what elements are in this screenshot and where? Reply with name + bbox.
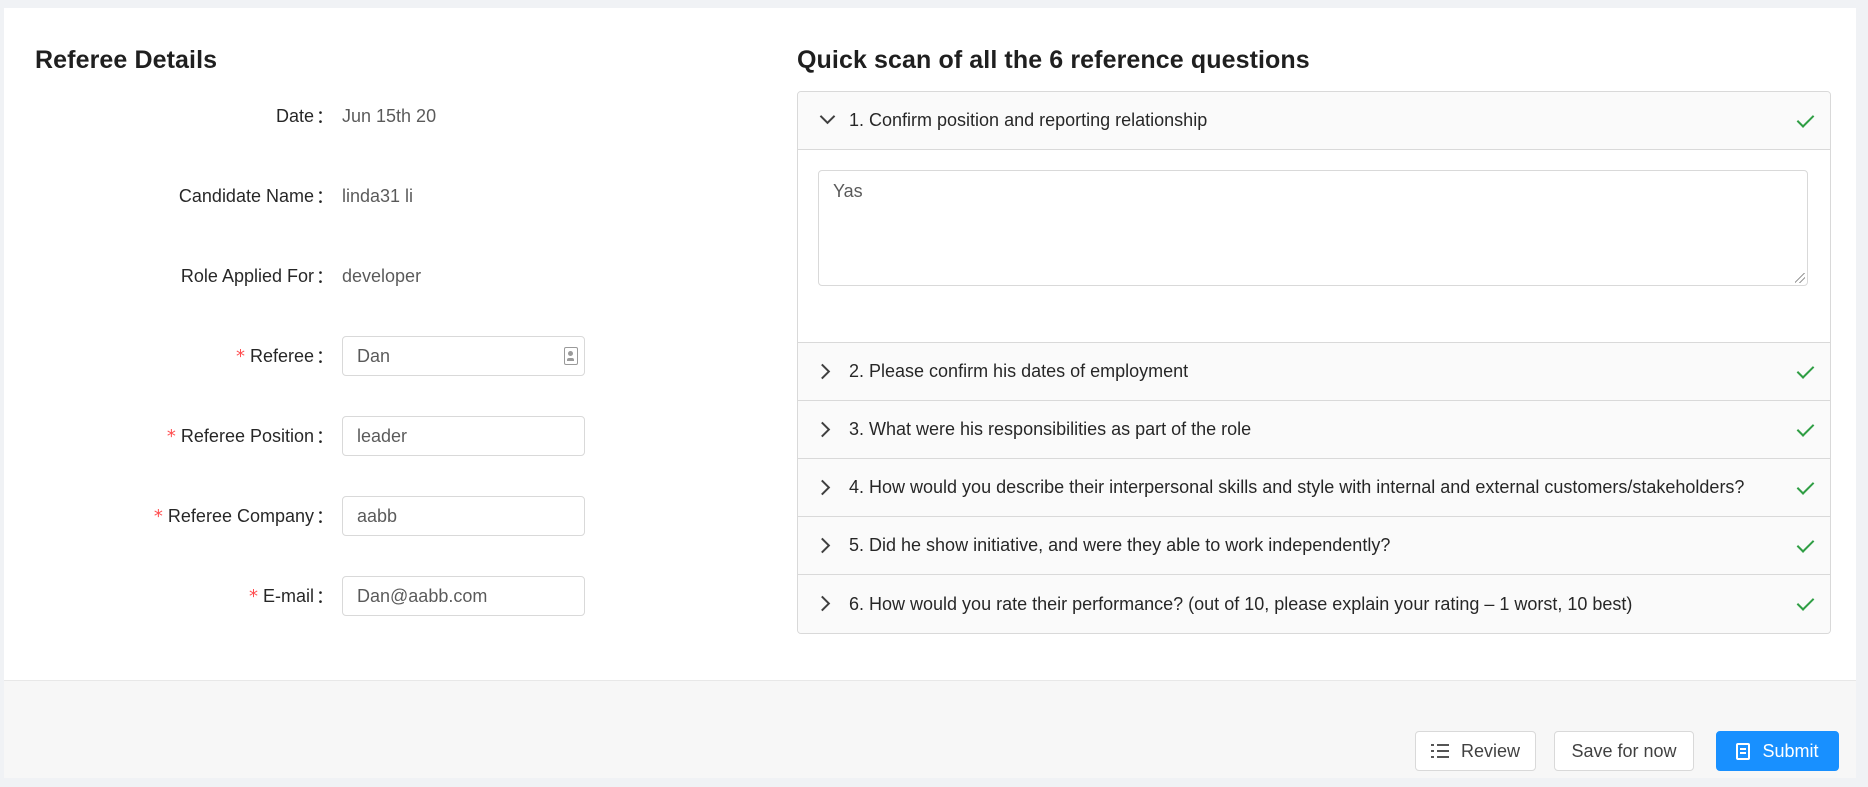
- question-5-header[interactable]: 5. Did he show initiative, and were they…: [798, 517, 1830, 575]
- referee-company-row: * Referee Company： aabb: [4, 496, 764, 536]
- review-button[interactable]: Review: [1415, 731, 1536, 771]
- date-label: Date：: [275, 105, 334, 128]
- contact-card-icon[interactable]: [564, 347, 578, 365]
- referee-row: * Referee： Dan: [4, 336, 764, 376]
- check-icon: [1796, 110, 1815, 128]
- email-input[interactable]: Dan@aabb.com: [342, 576, 585, 616]
- chevron-right-icon: [814, 421, 831, 438]
- referee-position-input[interactable]: leader: [342, 416, 585, 456]
- required-mark: *: [248, 585, 258, 607]
- chevron-right-icon: [814, 363, 831, 380]
- check-icon: [1796, 477, 1815, 495]
- questions-title: Quick scan of all the 6 reference questi…: [797, 46, 1310, 74]
- chevron-right-icon: [814, 479, 831, 496]
- check-icon: [1796, 419, 1815, 437]
- check-icon: [1796, 361, 1815, 379]
- referee-details-panel: Referee Details Date： Jun 15th 20 Candid…: [4, 8, 764, 688]
- candidate-name-value: linda31 li: [342, 185, 414, 206]
- document-icon: [1736, 742, 1751, 760]
- referee-company-label: * Referee Company：: [153, 505, 334, 528]
- required-mark: *: [166, 425, 176, 447]
- role-applied-value: developer: [342, 265, 422, 286]
- question-1-header[interactable]: 1. Confirm position and reporting relati…: [798, 92, 1830, 150]
- questions-panel: Quick scan of all the 6 reference questi…: [797, 8, 1831, 688]
- referee-position-label: * Referee Position：: [166, 425, 334, 448]
- referee-input[interactable]: Dan: [342, 336, 585, 376]
- question-1-answer-textarea[interactable]: Yas: [818, 170, 1808, 286]
- required-mark: *: [153, 505, 163, 527]
- candidate-name-label: Candidate Name：: [178, 185, 334, 208]
- email-label: * E-mail：: [248, 585, 334, 608]
- required-mark: *: [235, 345, 245, 367]
- check-icon: [1796, 535, 1815, 553]
- question-1-content: Yas: [798, 150, 1830, 343]
- resize-handle-icon[interactable]: [1795, 273, 1805, 283]
- chevron-right-icon: [814, 595, 831, 612]
- referee-position-row: * Referee Position： leader: [4, 416, 764, 456]
- chevron-down-icon: [819, 108, 836, 125]
- role-applied-row: Role Applied For： developer: [4, 256, 764, 296]
- email-row: * E-mail： Dan@aabb.com: [4, 576, 764, 616]
- question-3-header[interactable]: 3. What were his responsibilities as par…: [798, 401, 1830, 459]
- candidate-name-row: Candidate Name： linda31 li: [4, 176, 764, 216]
- chevron-right-icon: [814, 537, 831, 554]
- referee-details-title: Referee Details: [35, 46, 218, 74]
- reference-form-card: Referee Details Date： Jun 15th 20 Candid…: [4, 8, 1856, 778]
- referee-label: * Referee：: [235, 345, 334, 368]
- question-4-header[interactable]: 4. How would you describe their interper…: [798, 459, 1830, 517]
- questions-accordion: 1. Confirm position and reporting relati…: [797, 91, 1831, 634]
- question-6-header[interactable]: 6. How would you rate their performance?…: [798, 575, 1830, 633]
- referee-company-input[interactable]: aabb: [342, 496, 585, 536]
- date-value: Jun 15th 20: [342, 105, 437, 126]
- check-icon: [1796, 593, 1815, 611]
- list-icon: [1430, 743, 1449, 759]
- form-footer: Review Save for now Submit: [4, 680, 1856, 778]
- save-for-now-button[interactable]: Save for now: [1554, 731, 1694, 771]
- submit-button[interactable]: Submit: [1716, 731, 1839, 771]
- question-2-header[interactable]: 2. Please confirm his dates of employmen…: [798, 343, 1830, 401]
- role-applied-label: Role Applied For：: [180, 265, 334, 288]
- date-row: Date： Jun 15th 20: [4, 96, 764, 136]
